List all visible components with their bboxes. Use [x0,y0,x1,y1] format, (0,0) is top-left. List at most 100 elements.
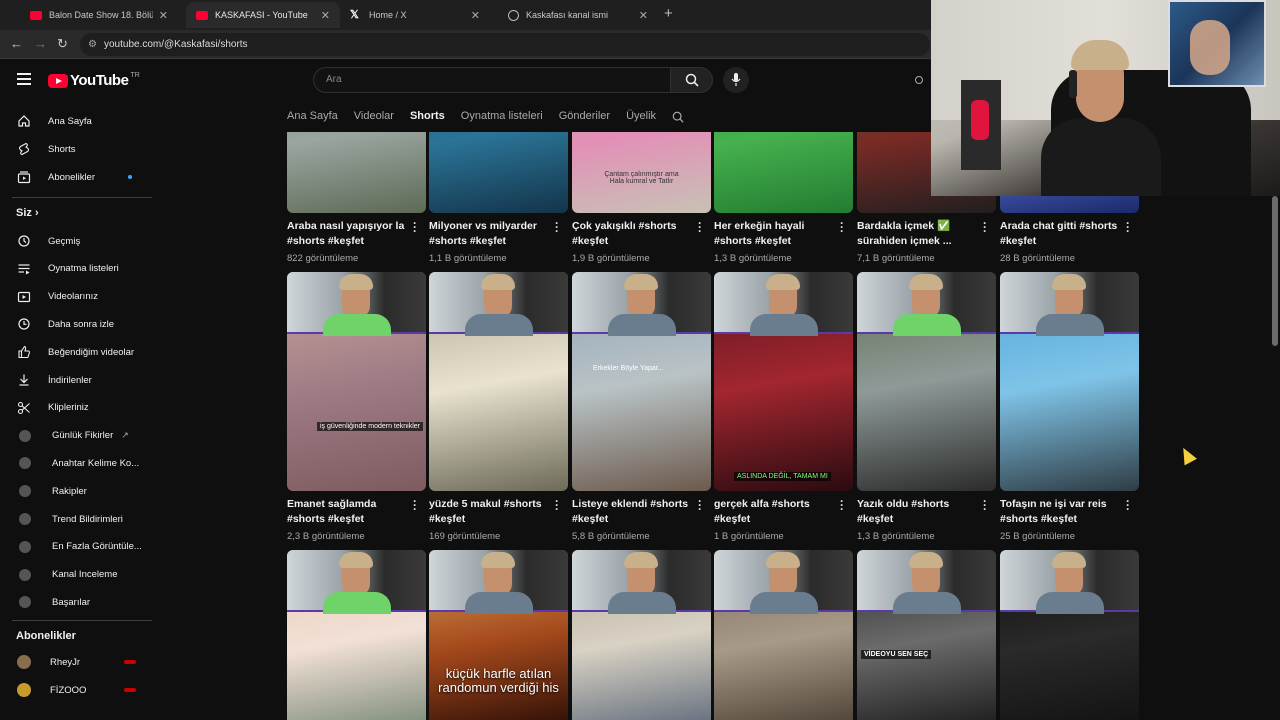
more-options-icon[interactable]: · · · [555,495,559,515]
sidebar-item[interactable]: Anahtar Kelime Ko... [0,449,152,477]
short-thumbnail[interactable]: Çantam çalınmıştır ama Hala kumral ve Ta… [572,132,711,213]
streamer-shirt [1036,592,1104,614]
subscription-label: RheyJr [50,656,81,668]
close-icon[interactable]: ✕ [321,9,330,22]
sidebar-item[interactable]: En Fazla Görüntüle... [0,533,152,561]
more-options-icon[interactable]: · · · [698,495,702,515]
short-title[interactable]: gerçek alfa #shorts #keşfet [714,497,832,527]
short-title[interactable]: Tofaşın ne işi var reis #shorts #keşfet [1000,497,1118,527]
more-options-icon[interactable]: · · · [840,495,844,515]
logo-text: YouTube [70,72,129,89]
clock-icon[interactable] [915,76,923,84]
sidebar-item-ana-sayfa[interactable]: Ana Sayfa [0,107,152,135]
more-options-icon[interactable]: · · · [983,495,987,515]
youtube-logo[interactable]: YouTube TR [48,72,140,89]
extension-icon [19,568,31,581]
short-views: 1,3 B görüntüleme [714,253,792,264]
tab-gönderiler[interactable]: Gönderiler [559,104,610,130]
back-icon[interactable]: ← [10,36,23,51]
sidebar-item[interactable]: Rakipler [0,477,152,505]
short-title[interactable]: Arada chat gitti #shorts #keşfet [1000,219,1118,249]
sidebar-item-shorts[interactable]: Shorts [0,135,152,163]
close-icon[interactable]: ✕ [471,9,480,22]
sidebar-item[interactable]: Daha sonra izle [0,310,152,338]
short-title[interactable]: Listeye eklendi #shorts #keşfet [572,497,690,527]
tab-shorts[interactable]: Shorts [410,104,445,130]
sidebar-item[interactable]: Başarılar [0,588,152,616]
streamer-cam-strip [429,272,568,336]
short-thumbnail[interactable] [1000,272,1139,491]
globe-icon [508,9,519,21]
short-thumbnail[interactable]: Erkekler Böyle Yapar... [572,272,711,491]
tab-ana-sayfa[interactable]: Ana Sayfa [287,104,338,130]
tab-oynatma-listeleri[interactable]: Oynatma listeleri [461,104,543,130]
more-options-icon[interactable]: · · · [983,217,987,237]
new-tab-icon[interactable]: + [664,5,673,22]
browser-tab[interactable]: Balon Date Show 18. Bölüm - Y ✕ [20,2,178,28]
short-thumbnail[interactable] [572,550,711,720]
more-options-icon[interactable]: · · · [413,495,417,515]
sidebar-item[interactable]: Oynatma listeleri [0,255,152,283]
tab-title: KASKAFASI - YouTube [215,10,308,20]
short-title[interactable]: Milyoner vs milyarder #shorts #keşfet [429,219,547,249]
short-thumbnail[interactable] [714,132,853,213]
short-thumbnail[interactable] [1000,550,1139,720]
thumbnail-caption: Erkekler Böyle Yapar... [593,365,664,372]
short-title[interactable]: Bardakla içmek ✅ sürahiden içmek ... [857,219,975,249]
streamer-cap [339,552,373,568]
sidebar-item[interactable]: Günlük Fikirler ↗ [0,422,152,450]
sidebar-item-label: Başarılar [52,596,91,608]
more-options-icon[interactable]: · · · [413,217,417,237]
sidebar-item[interactable]: Videolarınız [0,283,152,311]
more-options-icon[interactable]: · · · [1126,495,1130,515]
streamer-cam-strip [1000,272,1139,336]
short-title[interactable]: Çok yakışıklı #shorts #keşfet [572,219,690,249]
sidebar-item[interactable]: İndirilenler [0,366,152,394]
you-heading[interactable]: Siz › [16,207,39,219]
browser-tab[interactable]: KASKAFASI - YouTube ✕ [186,2,340,28]
tab-üyelik[interactable]: Üyelik [626,104,656,130]
channel-search-icon[interactable] [672,110,684,123]
site-info-icon[interactable]: ⚙ [88,33,97,56]
reload-icon[interactable]: ↻ [57,36,68,52]
short-title[interactable]: yüzde 5 makul #shorts #keşfet [429,497,547,527]
tab-videolar[interactable]: Videolar [354,104,394,130]
short-title[interactable]: Emanet sağlamda #shorts #keşfet [287,497,405,527]
short-thumbnail[interactable] [714,550,853,720]
short-thumbnail[interactable]: VİDEOYU SEN SEÇ [857,550,996,720]
sidebar-item-label: Anahtar Kelime Ko... [52,457,140,469]
sidebar-item[interactable]: Trend Bildirimleri [0,505,152,533]
short-thumbnail[interactable] [287,550,426,720]
search-input[interactable]: Ara [313,67,671,93]
short-thumbnail[interactable] [429,272,568,491]
short-thumbnail[interactable]: ASLINDA DEĞİL, TAMAM MI [714,272,853,491]
sidebar-item[interactable]: Kanal Inceleme [0,561,152,589]
short-title[interactable]: Her erkeğin hayali #shorts #keşfet [714,219,832,249]
close-icon[interactable]: ✕ [159,9,168,22]
forward-icon[interactable]: → [34,36,47,51]
short-title[interactable]: Yazık oldu #shorts #keşfet [857,497,975,527]
short-thumbnail[interactable]: iş güvenliğinde modern teknikler [287,272,426,491]
sidebar-item[interactable]: Klipleriniz [0,394,152,422]
browser-tab[interactable]: Kaskafası kanal ismi ✕ [498,2,658,28]
menu-icon[interactable] [17,73,31,88]
sidebar-item[interactable]: Geçmiş [0,227,152,255]
short-title[interactable]: Araba nasıl yapışıyor la #shorts #keşfet [287,219,405,249]
search-placeholder: Ara [326,74,342,85]
more-options-icon[interactable]: · · · [698,217,702,237]
close-icon[interactable]: ✕ [639,9,648,22]
url-field[interactable]: ⚙ youtube.com/@Kaskafasi/shorts [80,33,930,56]
sidebar-item[interactable]: Beğendiğim videolar [0,338,152,366]
browser-tab[interactable]: 𝕏 Home / X ✕ [340,2,490,28]
short-thumbnail[interactable] [429,132,568,213]
short-thumbnail[interactable] [287,132,426,213]
scrollbar[interactable] [1272,196,1278,346]
short-thumbnail[interactable]: küçük harfle atılan randomun verdiği his [429,550,568,720]
search-button[interactable] [671,67,713,93]
short-thumbnail[interactable] [857,272,996,491]
more-options-icon[interactable]: · · · [555,217,559,237]
more-options-icon[interactable]: · · · [840,217,844,237]
voice-search-button[interactable] [723,67,749,93]
more-options-icon[interactable]: · · · [1126,217,1130,237]
short-views: 1,3 B görüntüleme [857,531,935,542]
